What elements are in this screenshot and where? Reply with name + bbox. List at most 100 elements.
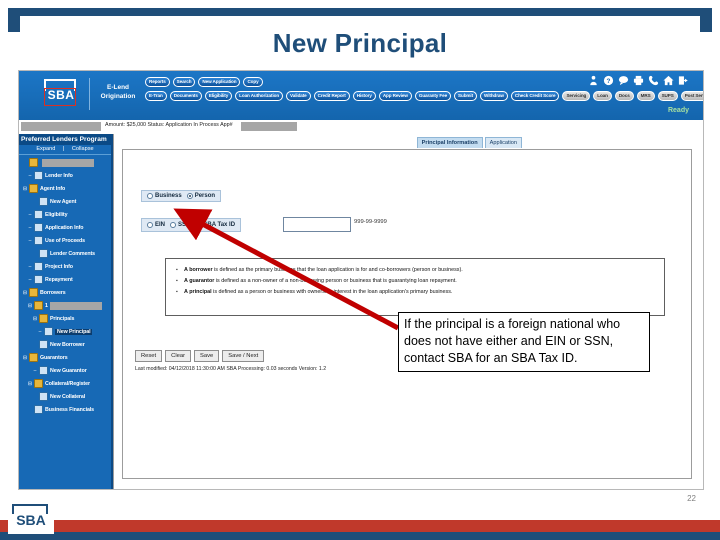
- tree-collapse-link[interactable]: Collapse: [72, 146, 94, 152]
- document-icon: [34, 223, 43, 232]
- tree-twisty-icon[interactable]: –: [26, 264, 34, 270]
- nav-button-e-tran[interactable]: E-Tran: [145, 91, 167, 101]
- nav-button-credit-report[interactable]: Credit Report: [313, 91, 350, 101]
- tree-item-repayment[interactable]: – Repayment: [19, 273, 111, 286]
- nav-button-copy[interactable]: Copy: [243, 77, 263, 87]
- nav-button-check-credit-score[interactable]: Check Credit Score: [510, 91, 560, 101]
- nav-button-validate[interactable]: Validate: [286, 91, 311, 101]
- nav-button-withdraw[interactable]: Withdraw: [480, 91, 508, 101]
- tree-twisty-icon[interactable]: –: [36, 329, 44, 335]
- logout-icon[interactable]: [678, 75, 689, 86]
- tree-item-agent-info[interactable]: ⊟ Agent Info: [19, 182, 111, 195]
- nav-button-guaranty-fee[interactable]: Guaranty Fee: [414, 91, 452, 101]
- tree-item-redacted[interactable]: [19, 156, 111, 169]
- tree-twisty-icon[interactable]: ⊟: [31, 316, 39, 322]
- tree-item-eligibility[interactable]: – Eligibility: [19, 208, 111, 221]
- nav-button-loan-authorization[interactable]: Loan Authorization: [235, 91, 284, 101]
- status-ready-label: Ready: [667, 107, 689, 114]
- tree-item-1[interactable]: ⊟ 1: [19, 299, 111, 312]
- radio-ssn[interactable]: SSN: [170, 222, 190, 228]
- chat-icon[interactable]: [618, 75, 629, 86]
- nav-button-docs[interactable]: Docs: [614, 91, 634, 101]
- tree-twisty-icon[interactable]: ⊟: [26, 381, 34, 387]
- tree-item-application-info[interactable]: – Application Info: [19, 221, 111, 234]
- tax-id-format-hint: 999-99-9999: [354, 219, 387, 225]
- tree-item-project-info[interactable]: – Project Info: [19, 260, 111, 273]
- reset-button[interactable]: Reset: [135, 350, 163, 362]
- tree-item-new-borrower[interactable]: New Borrower: [19, 338, 111, 351]
- tree-item-guarantors[interactable]: ⊟ Guarantors: [19, 351, 111, 364]
- definition-term: A borrower: [184, 267, 213, 273]
- nav-button-submit[interactable]: Submit: [454, 91, 478, 101]
- header-icon-row: ?: [588, 75, 689, 86]
- tree-expand-link[interactable]: Expand: [36, 146, 55, 152]
- tree-item-lender-comments[interactable]: Lender Comments: [19, 247, 111, 260]
- phone-icon[interactable]: [648, 75, 659, 86]
- nav-button-reports[interactable]: Reports: [145, 77, 170, 87]
- tree-item-label: Repayment: [45, 276, 73, 283]
- tree-item-new-collateral[interactable]: New Collateral: [19, 390, 111, 403]
- print-icon[interactable]: [633, 75, 644, 86]
- document-icon: [34, 236, 43, 245]
- radio-person[interactable]: Person: [186, 193, 215, 199]
- tree-item-new-agent[interactable]: New Agent: [19, 195, 111, 208]
- tree-item-principals[interactable]: ⊟ Principals: [19, 312, 111, 325]
- definition-item: A borrower is defined as the primary bus…: [176, 265, 656, 276]
- save-button[interactable]: Save: [194, 350, 220, 362]
- tree-item-business-financials[interactable]: Business Financials: [19, 403, 111, 416]
- tree-twisty-icon[interactable]: –: [31, 368, 39, 374]
- tab-principal-information[interactable]: Principal Information: [416, 137, 483, 148]
- tree-twisty-icon[interactable]: ⊟: [26, 303, 34, 309]
- tree-separator: |: [62, 146, 65, 152]
- home-icon[interactable]: [663, 75, 674, 86]
- tree-twisty-icon[interactable]: ⊟: [21, 290, 29, 296]
- tree-item-lender-info[interactable]: – Lender Info: [19, 169, 111, 182]
- tree-twisty-icon[interactable]: ⊟: [21, 355, 29, 361]
- product-name: E-Lend Origination: [95, 83, 141, 101]
- clear-button[interactable]: Clear: [165, 350, 192, 362]
- tree-item-collateral-register[interactable]: ⊟ Collateral/Register: [19, 377, 111, 390]
- app-header: SBA E-Lend Origination Reports Search New …: [19, 71, 703, 120]
- nav-button-documents[interactable]: Documents: [169, 91, 202, 101]
- definition-text: is defined as the primary business that …: [212, 267, 463, 273]
- nav-row-primary: Reports Search New Application Copy: [145, 77, 263, 87]
- tab-application[interactable]: Application: [484, 137, 522, 148]
- nav-button-new-application[interactable]: New Application: [198, 77, 241, 87]
- tree-twisty-icon[interactable]: –: [26, 173, 34, 179]
- tree-twisty-icon[interactable]: –: [26, 238, 34, 244]
- tree-item-label: Eligibility: [45, 211, 68, 218]
- nav-button-history[interactable]: History: [352, 91, 376, 101]
- svg-text:?: ?: [607, 78, 611, 85]
- save-next-button[interactable]: Save / Next: [222, 350, 265, 362]
- tree-item-list: – Lender Info ⊟ Agent Info New Agent – Eligibi…: [19, 156, 111, 416]
- nav-button-mrs[interactable]: MRS: [636, 91, 655, 101]
- tree-twisty-icon[interactable]: –: [26, 277, 34, 283]
- radio-sba-tax-id[interactable]: SBA Tax ID: [195, 222, 235, 228]
- nav-button-eligibility[interactable]: Eligibility: [204, 91, 233, 101]
- tree-twisty-icon[interactable]: ⊟: [21, 186, 29, 192]
- help-icon[interactable]: ?: [603, 75, 614, 86]
- tree-twisty-icon[interactable]: –: [26, 225, 34, 231]
- nav-button-post-servicing[interactable]: Post Servicing: [680, 91, 703, 101]
- nav-button-servicing[interactable]: Servicing: [562, 91, 591, 101]
- tree-item-new-guarantor[interactable]: – New Guarantor: [19, 364, 111, 377]
- callout-note: If the principal is a foreign national w…: [398, 312, 650, 372]
- nav-button-search[interactable]: Search: [172, 77, 196, 87]
- id-type-radio-group: EIN SSN SBA Tax ID: [141, 218, 242, 232]
- radio-business[interactable]: Business: [147, 193, 182, 199]
- tree-item-label: Guarantors: [40, 354, 68, 361]
- tree-item-new-principal[interactable]: – New Principal: [19, 325, 111, 338]
- tree-twisty-icon[interactable]: –: [26, 212, 34, 218]
- nav-button-app-review[interactable]: App Review: [378, 91, 412, 101]
- tree-item-label: Business Financials: [45, 406, 95, 413]
- footer-blue-bar: [0, 532, 720, 540]
- tree-item-borrowers[interactable]: ⊟ Borrowers: [19, 286, 111, 299]
- tax-id-input[interactable]: [283, 217, 351, 232]
- nav-button-sups[interactable]: SUPS: [657, 91, 678, 101]
- radio-ein[interactable]: EIN: [147, 222, 165, 228]
- application-status-strip: Amount: $25,000 Status: Application In P…: [19, 120, 703, 135]
- tree-item-label: New Guarantor: [50, 367, 87, 374]
- user-icon[interactable]: [588, 75, 599, 86]
- tree-item-use-of-proceeds[interactable]: – Use of Proceeds: [19, 234, 111, 247]
- nav-button-loan[interactable]: Loan: [593, 91, 612, 101]
